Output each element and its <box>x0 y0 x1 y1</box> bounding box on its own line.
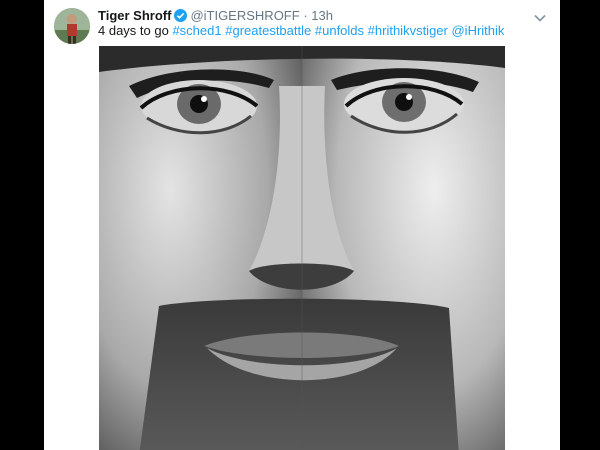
author-name[interactable]: Tiger Shroff <box>98 8 171 23</box>
tweet-text: 4 days to go #sched1 #greatestbattle #un… <box>98 22 504 40</box>
tweet-photo[interactable] <box>99 46 505 450</box>
mention-link[interactable]: @iHrithik <box>451 23 504 38</box>
author-handle[interactable]: @iTIGERSHROFF <box>190 8 299 23</box>
hashtag-link[interactable]: #sched1 <box>172 23 221 38</box>
time-separator: · <box>303 8 308 23</box>
chevron-down-icon[interactable] <box>532 10 548 26</box>
tweet-text-prefix: 4 days to go <box>98 23 169 38</box>
verified-badge-icon <box>174 9 188 22</box>
author-avatar[interactable] <box>54 8 90 44</box>
hashtag-link[interactable]: #hrithikvstiger <box>368 23 448 38</box>
tweet-card: Tiger Shroff @iTIGERSHROFF · 13h 4 days t… <box>44 0 560 450</box>
tweet-timestamp[interactable]: 13h <box>311 8 333 23</box>
hashtag-link[interactable]: #greatestbattle <box>225 23 311 38</box>
hashtag-link[interactable]: #unfolds <box>315 23 364 38</box>
